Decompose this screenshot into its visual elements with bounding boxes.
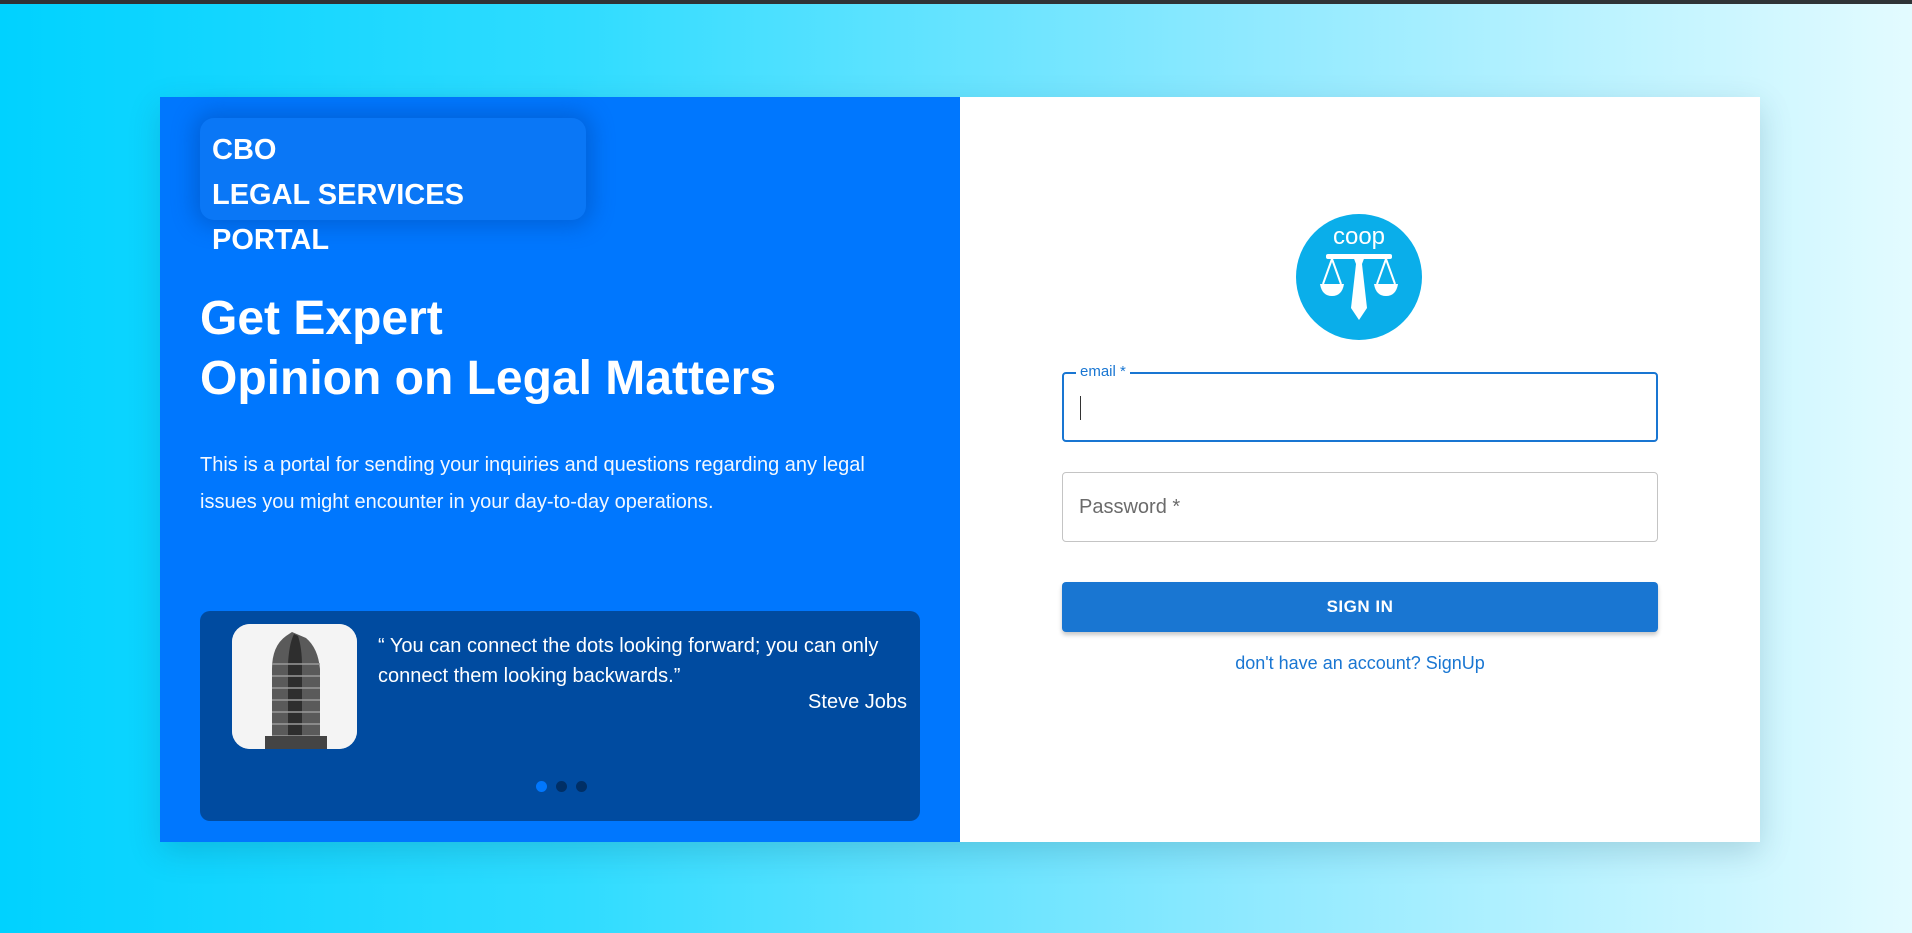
carousel-dot-3[interactable] — [576, 781, 587, 792]
carousel-dot-2[interactable] — [556, 781, 567, 792]
email-input[interactable] — [1064, 374, 1656, 440]
logo-text: coop — [1333, 223, 1385, 250]
coop-logo: coop — [1296, 212, 1422, 342]
password-field — [1062, 472, 1658, 542]
hero-line-1: Get Expert — [200, 292, 443, 345]
email-label: email * — [1076, 363, 1130, 380]
hero-description: This is a portal for sending your inquir… — [200, 454, 865, 513]
brand-line-1: CBO — [212, 134, 277, 166]
text-caret — [1080, 396, 1081, 420]
brand-line-2: LEGAL SERVICES PORTAL — [212, 179, 464, 256]
sign-in-button[interactable]: SIGN IN — [1062, 582, 1658, 632]
login-card: CBO LEGAL SERVICES PORTAL Get Expert Opi… — [160, 97, 1760, 842]
email-field: email * — [1062, 363, 1658, 442]
brand-badge: CBO LEGAL SERVICES PORTAL — [200, 118, 586, 256]
testimonial-author: Steve Jobs — [808, 691, 907, 713]
info-panel: CBO LEGAL SERVICES PORTAL Get Expert Opi… — [160, 97, 960, 842]
browser-top-bar — [0, 0, 1912, 4]
password-input[interactable] — [1063, 473, 1657, 541]
testimonial-image — [232, 624, 357, 749]
carousel-dots — [536, 781, 587, 792]
carousel-dot-1[interactable] — [536, 781, 547, 792]
hero-line-2: Opinion on Legal Matters — [200, 352, 777, 405]
signup-link[interactable]: don't have an account? SignUp — [960, 653, 1760, 674]
hero-headline: Get Expert Opinion on Legal Matters — [200, 289, 776, 409]
testimonial-quote: “ You can connect the dots looking forwa… — [378, 635, 879, 687]
login-panel: coop email * SIGN IN don't have an accou… — [960, 97, 1760, 842]
testimonial-carousel: “ You can connect the dots looking forwa… — [200, 611, 920, 821]
